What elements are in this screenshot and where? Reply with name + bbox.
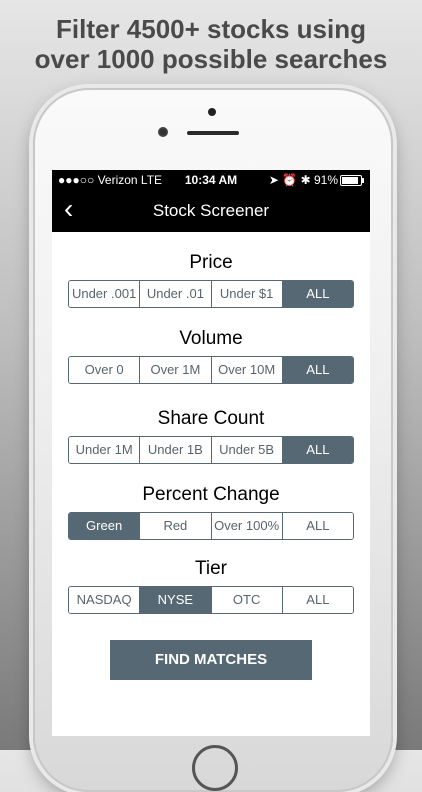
segmented-control: Over 0 Over 1M Over 10M ALL <box>68 356 354 384</box>
segment-option[interactable]: Under .001 <box>69 281 141 307</box>
segment-option[interactable]: Red <box>140 513 212 539</box>
headline-line-2: over 1000 possible searches <box>34 44 388 74</box>
status-icons: ➤ ⏰ ✱ 91% <box>268 173 338 187</box>
segmented-control: Under 1M Under 1B Under 5B ALL <box>68 436 354 464</box>
segment-option[interactable]: Over 0 <box>69 357 141 383</box>
segmented-control: Green Red Over 100% ALL <box>68 512 354 540</box>
segment-option[interactable]: ALL <box>282 281 353 307</box>
segment-option[interactable]: Over 1M <box>140 357 212 383</box>
navigation-bar: ‹ Stock Screener <box>52 189 370 232</box>
segment-option[interactable]: Over 10M <box>211 357 283 383</box>
segment-option[interactable]: OTC <box>211 587 283 613</box>
front-camera <box>158 127 168 137</box>
filter-label: Price <box>189 252 233 273</box>
filter-label: Percent Change <box>142 484 280 505</box>
page-title: Stock Screener <box>152 201 270 220</box>
promo-headline: Filter 4500+ stocks using over 1000 poss… <box>0 14 422 74</box>
headline-line-1: Filter 4500+ stocks using <box>56 14 366 44</box>
find-matches-button[interactable]: FIND MATCHES <box>110 640 312 680</box>
segmented-control: Under .001 Under .01 Under $1 ALL <box>68 280 354 308</box>
filter-section-price: Price Under .001 Under .01 Under $1 ALL <box>68 252 354 308</box>
filter-label: Tier <box>194 558 228 579</box>
segment-option[interactable]: Green <box>69 513 141 539</box>
app-screen: ●●●○○ Verizon LTE 10:34 AM ➤ ⏰ ✱ 91% ‹ S… <box>52 170 370 736</box>
filter-section-share-count: Share Count Under 1M Under 1B Under 5B ALL <box>68 408 354 464</box>
filter-label: Volume <box>179 328 243 349</box>
status-bar: ●●●○○ Verizon LTE 10:34 AM ➤ ⏰ ✱ 91% <box>52 170 370 189</box>
battery-icon <box>340 175 364 186</box>
filter-section-percent-change: Percent Change Green Red Over 100% ALL <box>68 484 354 540</box>
segmented-control: NASDAQ NYSE OTC ALL <box>68 586 354 614</box>
segment-option[interactable]: Under 5B <box>211 437 283 463</box>
segment-option[interactable]: ALL <box>282 587 353 613</box>
segment-option[interactable]: Under 1M <box>69 437 141 463</box>
proximity-sensor <box>208 108 216 116</box>
segment-option[interactable]: Over 100% <box>211 513 283 539</box>
earpiece-speaker <box>187 131 239 135</box>
segment-option[interactable]: ALL <box>282 437 353 463</box>
battery-nub <box>362 178 364 183</box>
filter-section-volume: Volume Over 0 Over 1M Over 10M ALL <box>68 328 354 384</box>
segment-option[interactable]: Under $1 <box>211 281 283 307</box>
segment-option[interactable]: Under 1B <box>140 437 212 463</box>
segment-option[interactable]: NASDAQ <box>69 587 141 613</box>
segment-option[interactable]: Under .01 <box>140 281 212 307</box>
home-button <box>192 745 238 791</box>
filter-label: Share Count <box>157 408 265 429</box>
segment-option[interactable]: ALL <box>282 357 353 383</box>
segment-option[interactable]: NYSE <box>140 587 212 613</box>
segment-option[interactable]: ALL <box>282 513 353 539</box>
filter-section-tier: Tier NASDAQ NYSE OTC ALL <box>68 558 354 614</box>
battery-fill <box>342 177 359 184</box>
